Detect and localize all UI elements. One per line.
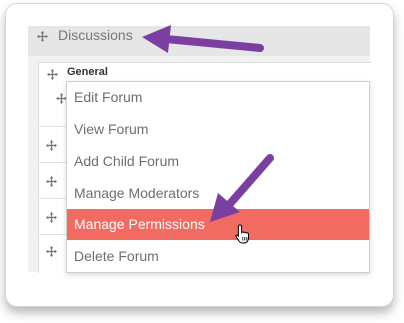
row-divider bbox=[38, 198, 68, 199]
move-icon[interactable] bbox=[46, 140, 57, 151]
row-divider bbox=[38, 162, 68, 163]
category-title: Discussions bbox=[58, 27, 133, 43]
annotation-arrow bbox=[210, 154, 274, 222]
move-icon[interactable] bbox=[46, 176, 57, 187]
move-icon[interactable] bbox=[37, 31, 48, 42]
move-icon[interactable] bbox=[46, 246, 57, 257]
move-icon[interactable] bbox=[47, 69, 58, 80]
subcategory-title: General bbox=[67, 66, 108, 78]
menu-item-view-forum[interactable]: View Forum bbox=[67, 114, 369, 145]
row-divider bbox=[38, 234, 68, 235]
annotation-arrow bbox=[142, 25, 264, 53]
move-icon[interactable] bbox=[46, 212, 57, 223]
menu-item-delete-forum[interactable]: Delete Forum bbox=[67, 241, 369, 272]
menu-item-edit-forum[interactable]: Edit Forum bbox=[67, 82, 369, 113]
row-divider bbox=[38, 126, 68, 127]
